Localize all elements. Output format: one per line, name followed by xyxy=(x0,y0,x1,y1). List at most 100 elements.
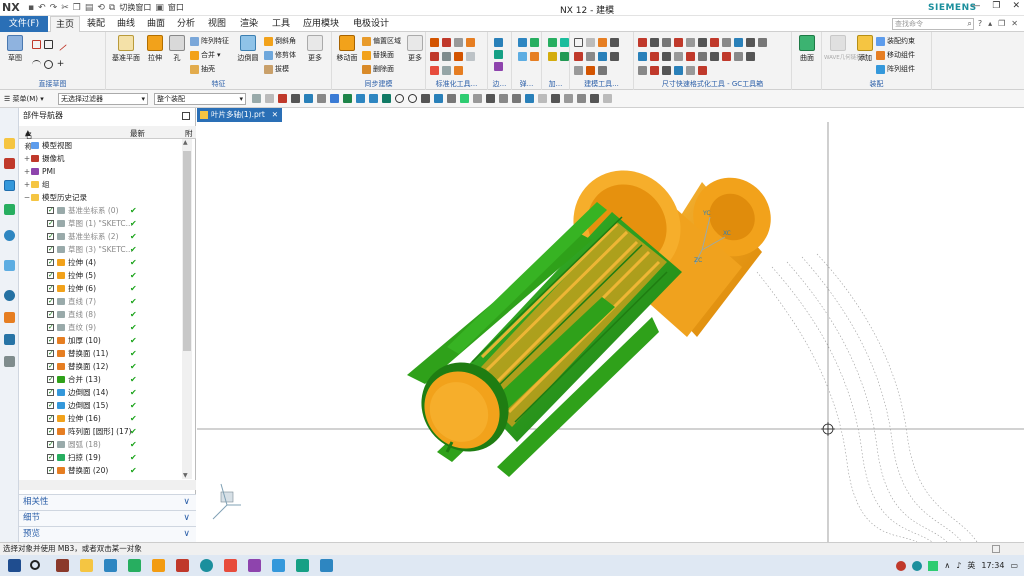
tool-icon[interactable] xyxy=(574,66,583,75)
tree-row[interactable]: 拉伸 (5) ✔ xyxy=(19,269,183,282)
draft-button[interactable]: 拔模 xyxy=(264,64,289,74)
tool-icon[interactable] xyxy=(662,38,671,47)
panel-preview[interactable]: 预览 ∨ xyxy=(19,526,196,542)
tab-electrode-design[interactable]: 电极设计 xyxy=(348,16,394,32)
tool-icon[interactable] xyxy=(598,66,607,75)
tab-curve[interactable]: 曲线 xyxy=(112,16,140,32)
arc-icon[interactable] xyxy=(32,60,41,69)
visibility-checkbox[interactable] xyxy=(47,295,54,308)
add-component-button[interactable]: 添加 xyxy=(854,35,876,63)
tool-icon[interactable] xyxy=(430,38,439,47)
select-icon[interactable] xyxy=(265,94,274,103)
tool-icon[interactable] xyxy=(698,66,707,75)
history-icon[interactable] xyxy=(4,260,15,271)
tool-icon[interactable] xyxy=(746,52,755,61)
close-tab-icon[interactable]: ✕ xyxy=(272,108,278,122)
tool-icon[interactable] xyxy=(442,52,451,61)
tool-icon[interactable] xyxy=(710,52,719,61)
tree-row[interactable]: 替换面 (20) ✔ xyxy=(19,464,183,477)
tool-icon[interactable] xyxy=(698,38,707,47)
reuse-library-icon[interactable] xyxy=(4,204,15,215)
help-icon[interactable]: ? xyxy=(978,19,982,29)
tree-row[interactable]: 基准坐标系 (21) ✔ xyxy=(19,477,183,479)
tool-icon[interactable] xyxy=(586,52,595,61)
copy-icon[interactable]: ❐ xyxy=(73,3,81,13)
status-options-icon[interactable] xyxy=(992,545,1000,553)
tab-assembly[interactable]: 装配 xyxy=(82,16,110,32)
tool-icon[interactable] xyxy=(650,66,659,75)
tree-row[interactable]: 合并 (13) ✔ xyxy=(19,373,183,386)
restore-doc-icon[interactable]: ❐ xyxy=(998,19,1005,29)
hole-button[interactable]: 孔 xyxy=(166,35,188,63)
tool-icon[interactable] xyxy=(722,38,731,47)
view-icon[interactable] xyxy=(538,94,547,103)
select-icon[interactable] xyxy=(291,94,300,103)
tool-icon[interactable] xyxy=(674,66,683,75)
tree-row[interactable]: 扫掠 (19) ✔ xyxy=(19,451,183,464)
tool-icon[interactable] xyxy=(746,38,755,47)
tool-icon[interactable] xyxy=(586,38,595,47)
pattern-component-button[interactable]: 阵列组件 xyxy=(876,64,915,74)
tool-icon[interactable] xyxy=(530,52,539,61)
circle-icon[interactable] xyxy=(44,60,53,69)
view-icon[interactable] xyxy=(551,94,560,103)
tab-surface[interactable]: 曲面 xyxy=(142,16,170,32)
feature-more-button[interactable]: 更多 xyxy=(304,35,326,63)
selection-scope-dropdown[interactable]: 整个装配 xyxy=(154,93,246,105)
tool-icon[interactable] xyxy=(548,38,557,47)
select-icon[interactable] xyxy=(304,94,313,103)
tool-icon[interactable] xyxy=(442,66,451,75)
tree-row[interactable]: 圆弧 (18) ✔ xyxy=(19,438,183,451)
tree-row[interactable]: 拉伸 (4) ✔ xyxy=(19,256,183,269)
select-icon[interactable] xyxy=(330,94,339,103)
process-studio-icon[interactable] xyxy=(4,312,15,323)
tool-icon[interactable] xyxy=(734,52,743,61)
close-doc-icon[interactable]: ✕ xyxy=(1011,19,1018,29)
tree-row[interactable]: + 摄像机 xyxy=(19,152,183,165)
roles-icon[interactable] xyxy=(4,334,15,345)
panel-details[interactable]: 细节 ∨ xyxy=(19,510,196,526)
taskbar-app-icon[interactable] xyxy=(176,559,189,572)
tab-applications[interactable]: 应用模块 xyxy=(298,16,344,32)
tree-row[interactable]: 加厚 (10) ✔ xyxy=(19,334,183,347)
part-file-tab[interactable]: 叶片多轴(1).prt ✕ xyxy=(197,108,282,122)
taskbar-app-icon[interactable] xyxy=(248,559,261,572)
tool-icon[interactable] xyxy=(698,52,707,61)
model-viewport[interactable]: YC XC ZC xyxy=(197,122,1024,542)
window-icon[interactable]: ▣ xyxy=(155,3,164,13)
taskbar-app-icon[interactable] xyxy=(296,559,309,572)
tree-row[interactable]: 拉伸 (16) ✔ xyxy=(19,412,183,425)
web-browser-icon[interactable] xyxy=(4,230,15,241)
tab-view[interactable]: 视图 xyxy=(203,16,231,32)
volume-icon[interactable]: ♪ xyxy=(956,561,961,570)
tray-app-icon[interactable] xyxy=(896,560,907,571)
windows-start-icon[interactable] xyxy=(8,559,21,572)
scrollbar-thumb[interactable] xyxy=(183,151,191,351)
tool-icon[interactable] xyxy=(442,38,451,47)
visibility-checkbox[interactable] xyxy=(47,425,54,438)
visibility-checkbox[interactable] xyxy=(47,399,54,412)
surface-button[interactable]: 曲面 xyxy=(796,35,818,63)
switch-window-button[interactable]: 切换窗口 xyxy=(119,2,151,13)
graphics-window[interactable]: 叶片多轴(1).prt ✕ YC XC ZC xyxy=(197,108,1024,542)
visibility-checkbox[interactable] xyxy=(47,217,54,230)
tree-row[interactable]: 阵列面 [圆形] (17)✔ xyxy=(19,425,183,438)
view-icon[interactable] xyxy=(525,94,534,103)
visibility-checkbox[interactable] xyxy=(47,308,54,321)
select-icon[interactable] xyxy=(278,94,287,103)
replace-face-button[interactable]: 替换面 xyxy=(362,50,394,60)
tool-icon[interactable] xyxy=(574,38,583,47)
tool-icon[interactable] xyxy=(466,38,475,47)
tool-icon[interactable] xyxy=(454,38,463,47)
tool-icon[interactable] xyxy=(650,38,659,47)
tree-row[interactable]: 替换面 (12) ✔ xyxy=(19,360,183,373)
tree-row[interactable]: + PMI xyxy=(19,165,183,178)
cut-icon[interactable]: ✂ xyxy=(61,3,69,13)
snap-endpoint-icon[interactable] xyxy=(356,94,365,103)
trim-body-button[interactable]: 修剪体 xyxy=(264,50,296,60)
repeat-command-icon[interactable]: ⟲ xyxy=(97,3,105,13)
visibility-checkbox[interactable] xyxy=(47,321,54,334)
view-icon[interactable] xyxy=(486,94,495,103)
type-filter-dropdown[interactable]: 无选择过滤器 xyxy=(58,93,148,105)
snap-icon[interactable] xyxy=(447,94,456,103)
